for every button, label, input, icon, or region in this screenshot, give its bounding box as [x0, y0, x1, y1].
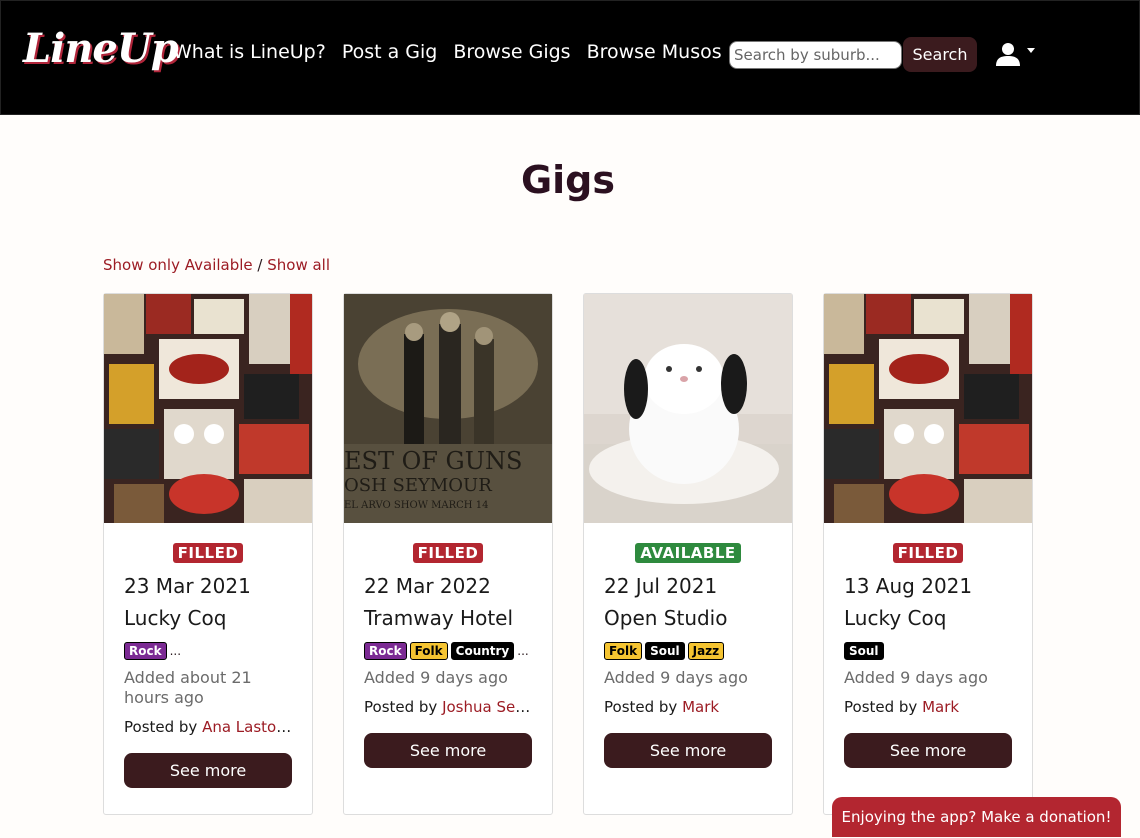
poster-link[interactable]: Joshua Sey...: [442, 698, 534, 716]
filter-row: Show only Available / Show all: [103, 256, 330, 274]
genre-tag: Rock: [124, 642, 167, 660]
genre-tags: Rock Folk Country ...: [364, 640, 532, 662]
user-icon: [996, 43, 1020, 66]
posted-by-label: Posted by: [364, 698, 443, 716]
posted-by-label: Posted by: [604, 698, 683, 716]
gig-card: FILLED 23 Mar 2021 Lucky Coq Rock ... Ad…: [103, 293, 313, 815]
gig-venue: Tramway Hotel: [364, 606, 514, 630]
status-badge: FILLED: [412, 543, 484, 563]
more-tags-indicator: ...: [517, 644, 529, 658]
gig-card: FILLED 13 Aug 2021 Lucky Coq Soul Added …: [823, 293, 1033, 815]
genre-tag: Rock: [364, 642, 407, 660]
added-time: Added about 21 hours ago: [124, 668, 252, 707]
genre-tag: Jazz: [687, 642, 725, 660]
page-title: Gigs: [520, 158, 616, 202]
nav-link-browse-musos[interactable]: Browse Musos: [587, 41, 722, 63]
gig-card: AVAILABLE 22 Jul 2021 Open Studio Folk S…: [583, 293, 793, 815]
added-time: Added 9 days ago: [364, 668, 508, 687]
svg-text:EST OF GUNS: EST OF GUNS: [344, 447, 522, 475]
gig-image: [824, 294, 1032, 523]
genre-tag: Folk: [409, 642, 448, 660]
genre-tag: Soul: [844, 642, 884, 660]
gig-image: [104, 294, 312, 523]
see-more-button[interactable]: See more: [844, 733, 1012, 768]
nav-link-what-is-lineup[interactable]: What is LineUp?: [173, 41, 326, 63]
top-navbar: LineUp What is LineUp? Post a Gig Browse…: [0, 0, 1140, 115]
gig-venue: Open Studio: [604, 606, 728, 630]
added-time: Added 9 days ago: [844, 668, 988, 687]
gig-date: 22 Mar 2022: [364, 574, 491, 598]
poster-link[interactable]: Ana Lastov...: [202, 718, 294, 736]
gig-image: [584, 294, 792, 523]
gig-date: 22 Jul 2021: [604, 574, 718, 598]
show-available-link[interactable]: Show only Available: [103, 256, 253, 274]
see-more-button[interactable]: See more: [364, 733, 532, 768]
svg-text:EL ARVO SHOW MARCH 14: EL ARVO SHOW MARCH 14: [344, 500, 488, 511]
nav-link-post-gig[interactable]: Post a Gig: [342, 41, 438, 63]
status-badge: FILLED: [172, 543, 244, 563]
show-all-link[interactable]: Show all: [267, 256, 330, 274]
posted-by-label: Posted by: [124, 718, 203, 736]
posted-by: Posted by Joshua Sey...: [364, 698, 534, 716]
more-tags-indicator: ...: [169, 644, 182, 658]
gig-venue: Lucky Coq: [124, 606, 227, 630]
gig-image: EST OF GUNS OSH SEYMOUR EL ARVO SHOW MAR…: [344, 294, 552, 523]
gig-date: 23 Mar 2021: [124, 574, 251, 598]
poster-link[interactable]: Mark: [922, 698, 959, 716]
genre-tags: Folk Soul Jazz: [604, 640, 772, 662]
search-button[interactable]: Search: [903, 37, 977, 72]
user-menu-toggle[interactable]: [995, 41, 1035, 67]
genre-tags: Soul: [844, 640, 1012, 662]
status-badge: AVAILABLE: [635, 543, 741, 563]
gig-venue: Lucky Coq: [844, 606, 947, 630]
added-time: Added 9 days ago: [604, 668, 748, 687]
svg-text:OSH SEYMOUR: OSH SEYMOUR: [344, 475, 492, 496]
posted-by: Posted by Mark: [604, 698, 774, 716]
poster-link[interactable]: Mark: [682, 698, 719, 716]
filter-separator: /: [252, 256, 268, 274]
genre-tag: Soul: [645, 642, 685, 660]
see-more-button[interactable]: See more: [124, 753, 292, 788]
chevron-down-icon: [1027, 47, 1035, 53]
posted-by-label: Posted by: [844, 698, 923, 716]
gig-date: 13 Aug 2021: [844, 574, 973, 598]
donate-button[interactable]: Enjoying the app? Make a donation!: [832, 797, 1121, 837]
genre-tags: Rock ...: [124, 640, 292, 662]
posted-by: Posted by Ana Lastov...: [124, 718, 294, 736]
genre-tag: Country: [450, 642, 515, 660]
brand-logo[interactable]: LineUp: [23, 25, 179, 72]
nav-links: What is LineUp? Post a Gig Browse Gigs B…: [173, 41, 738, 63]
genre-tag: Folk: [604, 642, 643, 660]
posted-by: Posted by Mark: [844, 698, 1014, 716]
gig-card: EST OF GUNS OSH SEYMOUR EL ARVO SHOW MAR…: [343, 293, 553, 815]
search-input[interactable]: [729, 41, 902, 69]
status-badge: FILLED: [892, 543, 964, 563]
nav-link-browse-gigs[interactable]: Browse Gigs: [453, 41, 570, 63]
see-more-button[interactable]: See more: [604, 733, 772, 768]
